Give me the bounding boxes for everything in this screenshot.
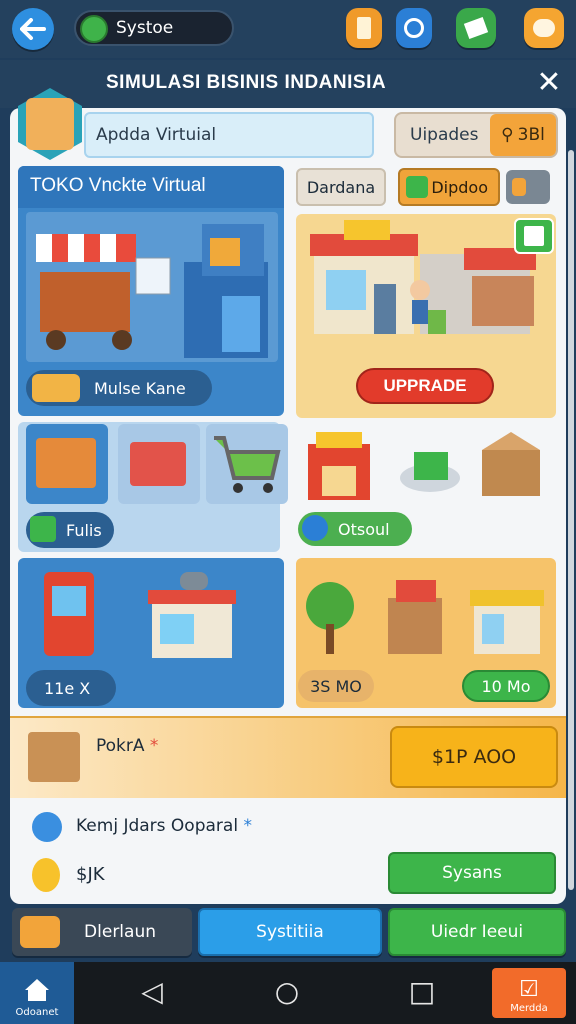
market-cart-illustration-icon (36, 224, 268, 358)
item-tile-chest[interactable] (118, 424, 200, 504)
business-name-value: Apdda Virtuial (96, 125, 217, 145)
cash-icon (20, 916, 60, 948)
scrollbar[interactable] (568, 150, 574, 890)
store-title: TOKO Vnckte Virtual (18, 166, 284, 208)
excel-button[interactable] (514, 218, 554, 254)
merdda-button[interactable]: ☑ Merdda (492, 968, 566, 1018)
download-label: Dlerlaun (84, 922, 156, 942)
sysans-label: Sysans (442, 863, 502, 883)
square-recents-icon: □ (408, 975, 436, 1008)
kemj-text: Kemj Jdars Ooparal (76, 816, 239, 836)
pin-icon: ⚲ (501, 125, 514, 145)
item-tile-cart[interactable] (206, 424, 288, 504)
update-label: Uiedr Ieeui (430, 922, 524, 942)
nav-home-button[interactable]: ○ (265, 972, 309, 1012)
system-status-pill[interactable]: Systoe (74, 10, 234, 46)
jk-label: $JK (76, 864, 105, 885)
page-title: SIMULASI BISINIS INDANISIA (106, 72, 387, 93)
circle-home-icon: ○ (274, 975, 300, 1008)
price-button[interactable]: $1P AOO (390, 726, 558, 788)
cashier-icon (26, 98, 74, 150)
s3-chip[interactable]: 3S MO (298, 670, 374, 702)
back-button[interactable] (12, 8, 54, 50)
merdda-label: Merdda (510, 1003, 548, 1014)
scroll-button[interactable] (346, 8, 382, 48)
price-label: $1P AOO (431, 746, 517, 768)
machine-chip[interactable]: 11e X (26, 670, 116, 706)
s3-chip-label: 3S MO (310, 676, 362, 696)
leaf-tab-icon (406, 176, 428, 198)
stores-row-icon (308, 432, 540, 500)
system-label: Systoe (116, 18, 174, 38)
chat-icon (533, 19, 555, 37)
machine-chip-label: 11e X (44, 678, 91, 698)
home-label: Odoanet (15, 1007, 59, 1018)
tab-dipdoo-label: Dipdoo (431, 177, 488, 197)
home-tab[interactable]: Odoanet (0, 962, 74, 1024)
sparkle-icon: * (144, 736, 159, 756)
box-icon (36, 438, 96, 488)
notepad-button[interactable] (456, 8, 496, 48)
swirl-button[interactable] (396, 8, 432, 48)
fulis-chip[interactable]: Fulis (26, 512, 114, 548)
system-button[interactable]: Systitiia (198, 908, 382, 956)
back-arrow-icon (20, 18, 46, 40)
nav-back-button[interactable]: ◁ (130, 972, 174, 1012)
swirl-icon (404, 18, 424, 38)
cart-chip-label: Mulse Kane (94, 378, 186, 398)
pokra-label-text: PokrA (96, 736, 145, 756)
star-icon: * (238, 816, 252, 836)
shopping-cart-icon (214, 436, 281, 493)
nav-recents-button[interactable]: □ (400, 972, 444, 1012)
kemj-label: Kemj Jdars Ooparal * (76, 816, 252, 836)
chat-button[interactable] (524, 8, 564, 48)
ten-chip[interactable]: 10 Mo (462, 670, 550, 702)
coin-icon (32, 374, 80, 402)
download-button[interactable]: Dlerlaun (12, 908, 192, 956)
sysans-button[interactable]: Sysans (388, 852, 556, 894)
update-button[interactable]: Uiedr Ieeui (388, 908, 566, 956)
toggle-switch[interactable] (506, 170, 550, 204)
market-stall-illustration-icon (306, 580, 544, 654)
close-button[interactable]: ✕ (532, 66, 566, 100)
updates-label: Uipades (410, 125, 479, 145)
notepad-icon (463, 17, 489, 39)
house-icon (25, 979, 49, 1001)
otsoul-chip[interactable]: Otsoul (298, 512, 412, 546)
scroll-icon (357, 17, 371, 39)
heart-badge-icon (32, 812, 62, 842)
leaf-icon (30, 516, 56, 542)
business-name-field[interactable]: Apdda Virtuial (84, 112, 374, 158)
updates-chip: ⚲ 3Bl (490, 114, 556, 156)
tab-dardana-label: Dardana (306, 177, 376, 197)
close-icon: ✕ (536, 65, 562, 100)
tab-dardana[interactable]: Dardana (296, 168, 386, 206)
updates-count: 3Bl (517, 125, 545, 145)
location-pin-icon (32, 858, 60, 892)
tab-dipdoo[interactable]: Dipdoo (398, 168, 500, 206)
triangle-back-icon: ◁ (141, 975, 163, 1008)
upgrade-label: UPPRADE (383, 376, 467, 395)
system-status-icon (80, 15, 108, 43)
chest-icon (130, 442, 186, 486)
system-label-btn: Systitiia (256, 922, 324, 942)
toggle-knob-icon (512, 178, 526, 196)
otsoul-label: Otsoul (338, 519, 390, 539)
fulis-label: Fulis (66, 520, 102, 540)
ten-chip-label: 10 Mo (481, 676, 531, 696)
item-tile-box[interactable] (26, 424, 108, 504)
spreadsheet-icon (524, 226, 544, 246)
cart-chip[interactable]: Mulse Kane (26, 370, 212, 406)
package-icon (28, 732, 80, 782)
upgrade-button[interactable]: UPPRADE (356, 368, 494, 404)
store-scene[interactable] (26, 212, 278, 362)
edit-icon: ☑ (519, 977, 539, 1002)
arcade-kiosk-icon (44, 572, 236, 658)
rocket-icon (302, 515, 328, 541)
pokra-label: PokrA * (96, 736, 158, 756)
